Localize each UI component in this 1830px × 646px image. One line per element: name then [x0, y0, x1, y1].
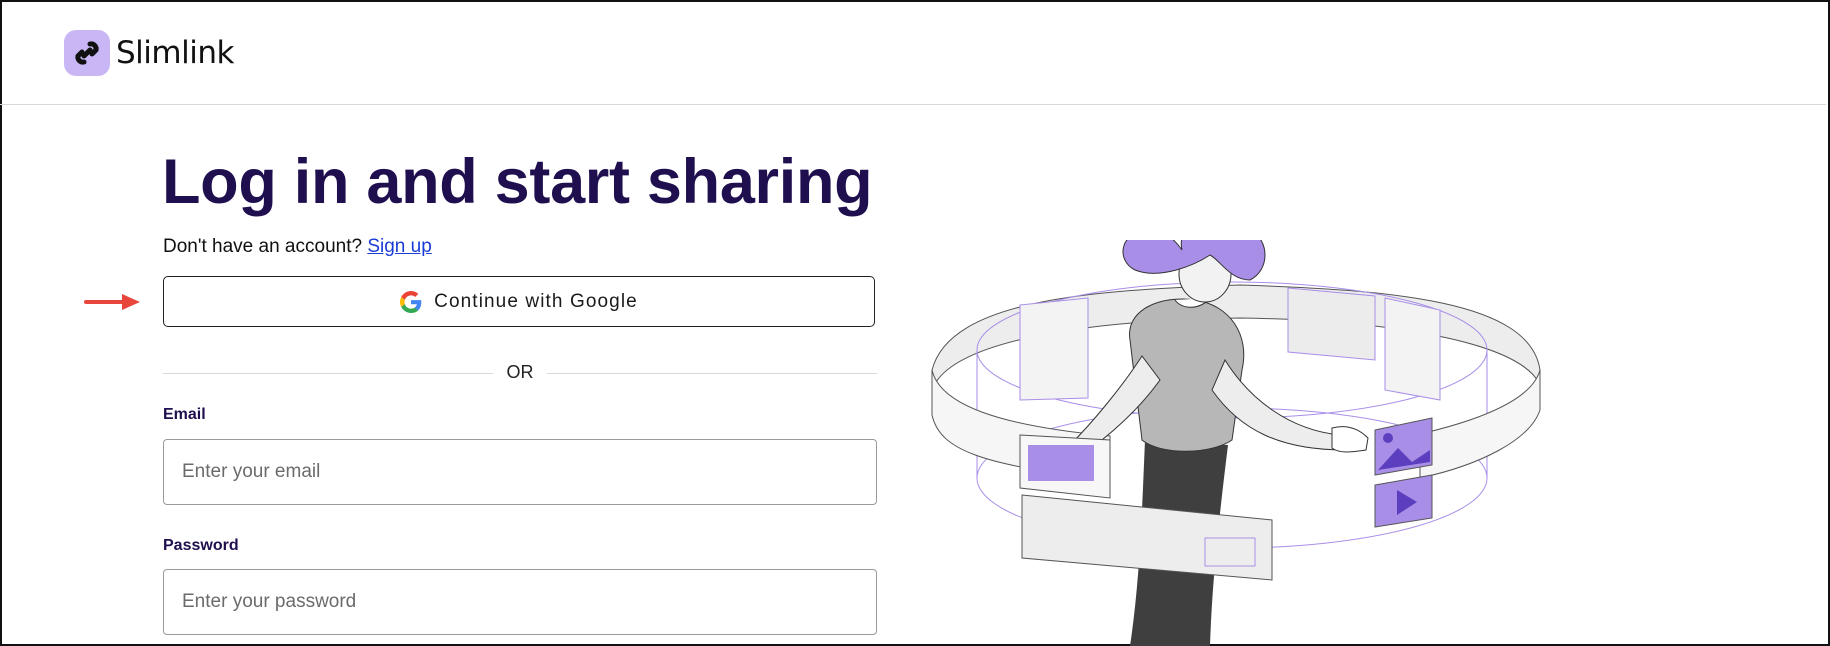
email-input[interactable] [163, 439, 877, 505]
brand-logo[interactable]: Slimlink [64, 30, 234, 76]
or-divider: OR [163, 362, 877, 386]
right-arrow-icon [84, 294, 140, 310]
sharing-illustration [931, 240, 1541, 646]
top-header: Slimlink [0, 0, 1826, 105]
page-title: Log in and start sharing [162, 147, 873, 217]
chain-link-icon [64, 30, 110, 76]
email-label: Email [163, 406, 206, 423]
signup-prompt-text: Don't have an account? [163, 236, 363, 257]
divider-line-right [547, 373, 877, 374]
google-g-icon [400, 290, 422, 313]
continue-with-google-button[interactable]: Continue with Google [163, 276, 875, 327]
signup-prompt-row: Don't have an account? Sign up [163, 236, 432, 258]
signup-link[interactable]: Sign up [367, 236, 431, 257]
brand-name: Slimlink [116, 35, 234, 71]
password-input[interactable] [163, 569, 877, 635]
google-button-label: Continue with Google [434, 290, 638, 312]
password-label: Password [163, 537, 239, 554]
